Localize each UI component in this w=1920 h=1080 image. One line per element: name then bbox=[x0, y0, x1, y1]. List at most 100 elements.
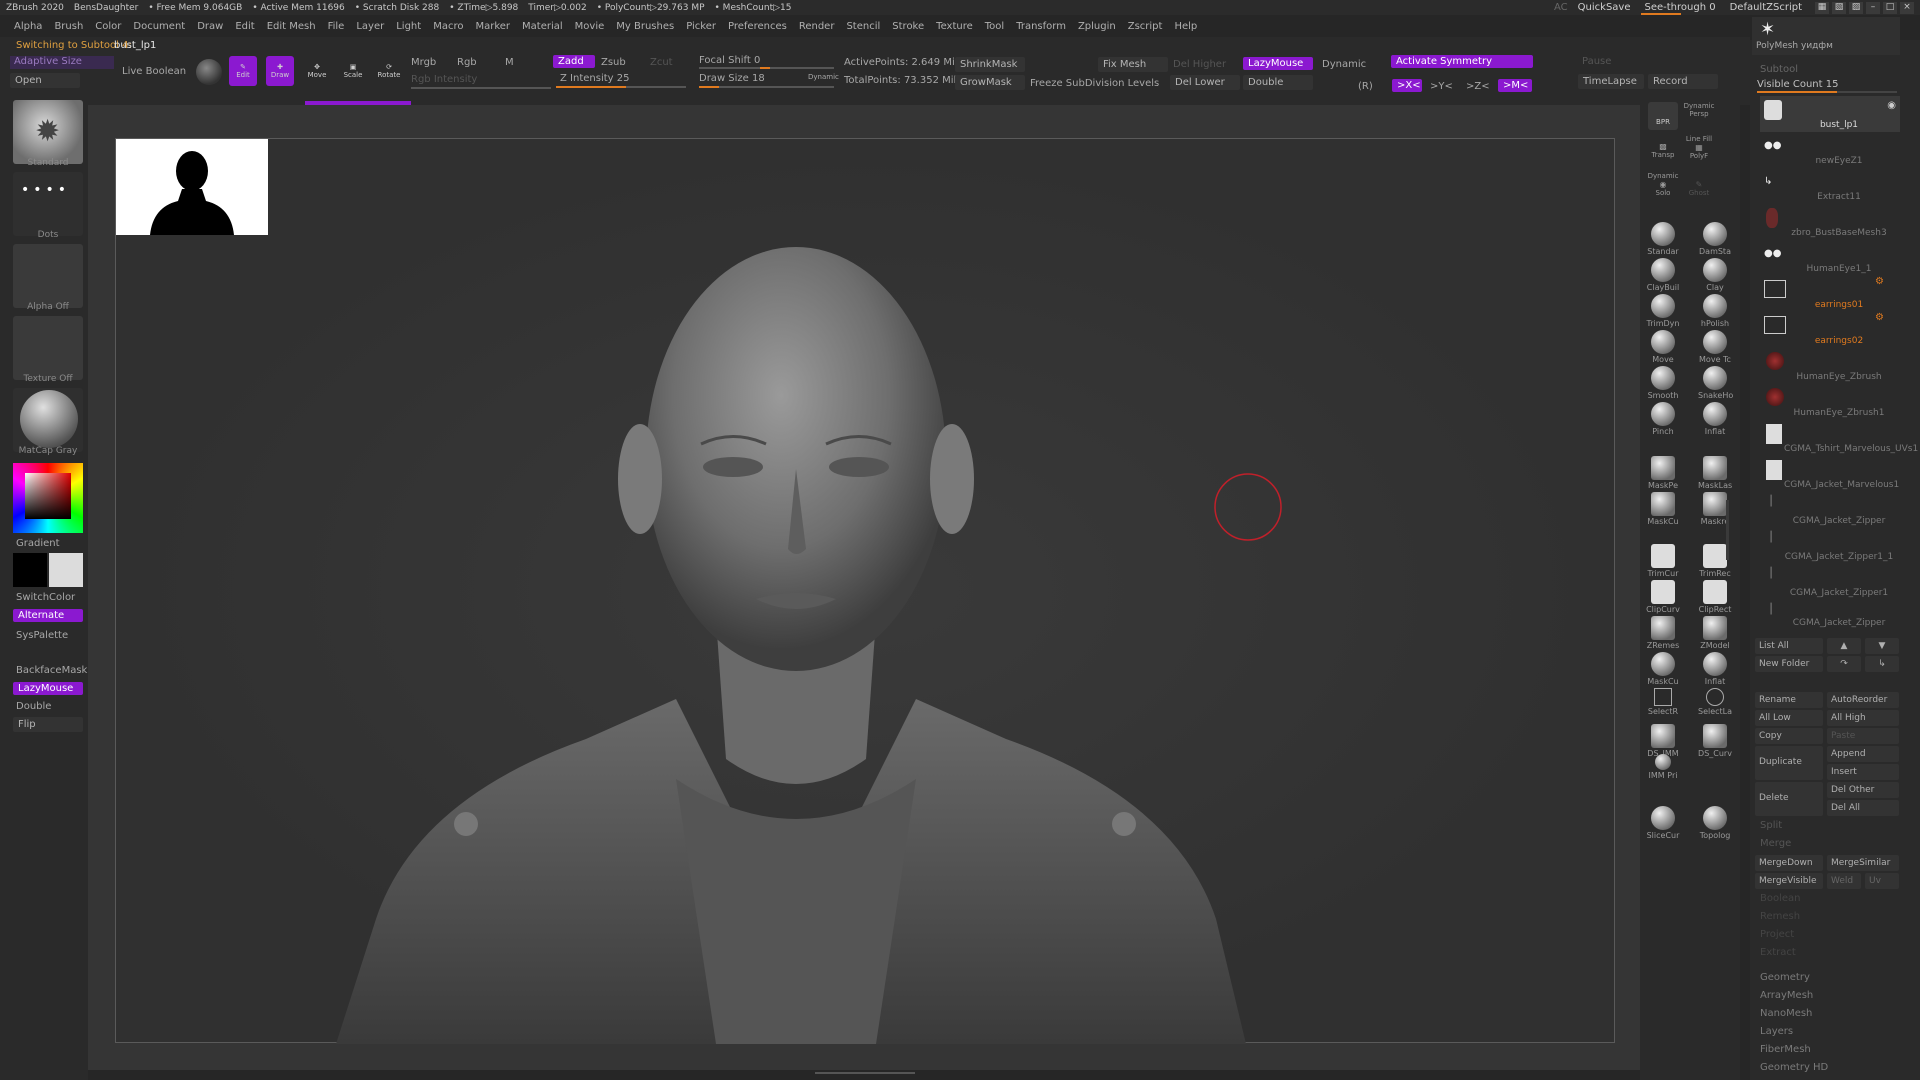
menu-layer[interactable]: Layer bbox=[356, 21, 384, 32]
move-button[interactable]: ✥ Move bbox=[303, 56, 331, 86]
subtool-item[interactable]: zbro_BustBaseMesh3 bbox=[1760, 204, 1900, 240]
ghost-button[interactable]: ✎ Ghost bbox=[1682, 180, 1716, 197]
paste-button[interactable]: Paste bbox=[1827, 728, 1899, 744]
menu-texture[interactable]: Texture bbox=[936, 21, 973, 32]
alpha-thumbnail[interactable] bbox=[13, 244, 83, 308]
brush-move-topological[interactable]: Move Tc bbox=[1698, 330, 1732, 366]
viewport-bottom-handle[interactable] bbox=[815, 1072, 915, 1076]
subtool-item[interactable]: ↳ Extract11 bbox=[1760, 168, 1900, 204]
subtool-item[interactable]: │ CGMA_Jacket_Zipper bbox=[1760, 600, 1900, 630]
brush-clipcurve[interactable]: ClipCurv bbox=[1646, 580, 1680, 616]
layout3-icon[interactable]: ▨ bbox=[1849, 2, 1863, 14]
brush-trimdynamic[interactable]: TrimDyn bbox=[1646, 294, 1680, 330]
weld-button[interactable]: Weld bbox=[1827, 873, 1861, 889]
left-double-toggle[interactable]: Double bbox=[16, 701, 51, 712]
brush-inflat-2[interactable]: Inflat bbox=[1698, 652, 1732, 688]
linefill-button[interactable]: Line Fill ▦ PolyF bbox=[1682, 135, 1716, 160]
focal-shift-slider[interactable]: Focal Shift 0 bbox=[699, 55, 760, 66]
menu-draw[interactable]: Draw bbox=[197, 21, 223, 32]
brush-maskcurve-2[interactable]: MaskCu bbox=[1646, 652, 1680, 688]
shrinkmask-button[interactable]: ShrinkMask bbox=[955, 57, 1025, 72]
radial-symmetry-button[interactable]: (R) bbox=[1358, 81, 1373, 92]
brush-smooth[interactable]: Smooth bbox=[1646, 366, 1680, 402]
color-picker-square[interactable] bbox=[25, 473, 71, 519]
brush-imm-primitives[interactable]: IMM Pri bbox=[1646, 754, 1680, 806]
brush-damstandard[interactable]: DamSta bbox=[1698, 222, 1732, 258]
brush-inflat[interactable]: Inflat bbox=[1698, 402, 1732, 456]
arraymesh-panel[interactable]: ArrayMesh bbox=[1760, 990, 1813, 1001]
menu-render[interactable]: Render bbox=[799, 21, 835, 32]
all-high-button[interactable]: All High bbox=[1827, 710, 1899, 726]
brush-clay[interactable]: Clay bbox=[1698, 258, 1732, 294]
current-tool-thumb[interactable]: ✶ PolyMesh уидфм bbox=[1752, 17, 1900, 55]
menu-brush[interactable]: Brush bbox=[54, 21, 83, 32]
subtool-item[interactable]: CGMA_Jacket_Marvelous1 bbox=[1760, 456, 1900, 492]
mergevisible-button[interactable]: MergeVisible bbox=[1755, 873, 1823, 889]
layout2-icon[interactable]: ▧ bbox=[1832, 2, 1846, 14]
remesh-section[interactable]: Remesh bbox=[1760, 911, 1800, 922]
project-section[interactable]: Project bbox=[1760, 929, 1794, 940]
uv-button[interactable]: Uv bbox=[1865, 873, 1899, 889]
syspalette-button[interactable]: SysPalette bbox=[16, 630, 68, 641]
document-canvas[interactable] bbox=[115, 138, 1615, 1044]
growmask-button[interactable]: GrowMask bbox=[955, 75, 1025, 90]
zadd-button[interactable]: Zadd bbox=[553, 55, 595, 68]
menu-stroke[interactable]: Stroke bbox=[892, 21, 924, 32]
del-all-button[interactable]: Del All bbox=[1827, 800, 1899, 816]
subtool-item[interactable]: HumanEye_Zbrush bbox=[1760, 348, 1900, 384]
adaptive-size-button[interactable]: Adaptive Size bbox=[10, 56, 114, 69]
duplicate-button[interactable]: Duplicate bbox=[1755, 746, 1823, 780]
secondary-color-swatch[interactable] bbox=[49, 553, 83, 587]
brush-standard[interactable]: Standar bbox=[1646, 222, 1680, 258]
subtool-item[interactable]: ●● HumanEye1_1 bbox=[1760, 240, 1900, 276]
merge-section[interactable]: Merge bbox=[1760, 838, 1791, 849]
see-through-slider[interactable]: See-through 0 bbox=[1640, 2, 1720, 15]
symmetry-y-button[interactable]: >Y< bbox=[1430, 81, 1453, 92]
left-lazymouse-toggle[interactable]: LazyMouse bbox=[13, 682, 83, 695]
color-picker-ring[interactable] bbox=[13, 463, 83, 533]
main-color-swatch[interactable] bbox=[13, 553, 47, 587]
brush-trimcurve[interactable]: TrimCur bbox=[1646, 544, 1680, 580]
gradient-label[interactable]: Gradient bbox=[16, 538, 60, 549]
texture-thumbnail[interactable] bbox=[13, 316, 83, 380]
subtool-item[interactable]: HumanEye_Zbrush1 bbox=[1760, 384, 1900, 420]
symmetry-m-button[interactable]: >M< bbox=[1498, 79, 1532, 92]
lazymouse-toggle[interactable]: LazyMouse bbox=[1243, 57, 1313, 70]
maximize-icon[interactable]: □ bbox=[1883, 2, 1897, 14]
menu-transform[interactable]: Transform bbox=[1016, 21, 1066, 32]
brush-ds-imm[interactable]: DS_IMM bbox=[1646, 724, 1680, 758]
visible-count-slider[interactable]: Visible Count 15 bbox=[1757, 79, 1838, 90]
split-section[interactable]: Split bbox=[1760, 820, 1782, 831]
record-button[interactable]: Record bbox=[1648, 74, 1718, 89]
subtool-item-selected[interactable]: bust_lp1 ◉ bbox=[1760, 96, 1900, 132]
move-up-button[interactable]: ▲ bbox=[1827, 638, 1861, 654]
mrgb-button[interactable]: Mrgb bbox=[411, 57, 436, 68]
quicksave-button[interactable]: QuickSave bbox=[1578, 2, 1631, 13]
menu-light[interactable]: Light bbox=[396, 21, 421, 32]
menu-edit-mesh[interactable]: Edit Mesh bbox=[267, 21, 316, 32]
timelapse-button[interactable]: TimeLapse bbox=[1578, 74, 1644, 89]
open-button[interactable]: Open bbox=[10, 73, 80, 88]
menu-zscript[interactable]: Zscript bbox=[1128, 21, 1163, 32]
bpr-button[interactable]: BPR bbox=[1648, 102, 1678, 130]
subtool-item[interactable]: ●● newEyeZ1 bbox=[1760, 132, 1900, 168]
brush-snakehook[interactable]: SnakeHo bbox=[1698, 366, 1733, 402]
freeze-subdivision-button[interactable]: Freeze SubDivision Levels bbox=[1030, 78, 1159, 89]
copy-button[interactable]: Copy bbox=[1755, 728, 1823, 744]
minimize-icon[interactable]: – bbox=[1866, 2, 1880, 14]
solo-button[interactable]: Dynamic ◉ Solo bbox=[1646, 172, 1680, 197]
move-down-button[interactable]: ▼ bbox=[1865, 638, 1899, 654]
draw-size-slider[interactable]: Draw Size 18 bbox=[699, 73, 765, 84]
backfacemask-toggle[interactable]: BackfaceMask bbox=[16, 665, 87, 676]
brush-thumbnail[interactable]: ✹ bbox=[13, 100, 83, 164]
rgb-button[interactable]: Rgb bbox=[457, 57, 477, 68]
menu-picker[interactable]: Picker bbox=[686, 21, 716, 32]
subtool-folder[interactable]: earrings02 ⚙ bbox=[1760, 312, 1900, 348]
delete-button[interactable]: Delete bbox=[1755, 782, 1823, 816]
brush-selectlasso[interactable]: SelectLa bbox=[1698, 688, 1732, 724]
menu-alpha[interactable]: Alpha bbox=[14, 21, 42, 32]
insert-button[interactable]: Insert bbox=[1827, 764, 1899, 780]
zcut-button[interactable]: Zcut bbox=[650, 57, 673, 68]
folder-gear-icon[interactable]: ⚙ bbox=[1875, 276, 1884, 287]
flip-toggle[interactable]: Flip bbox=[13, 717, 83, 732]
